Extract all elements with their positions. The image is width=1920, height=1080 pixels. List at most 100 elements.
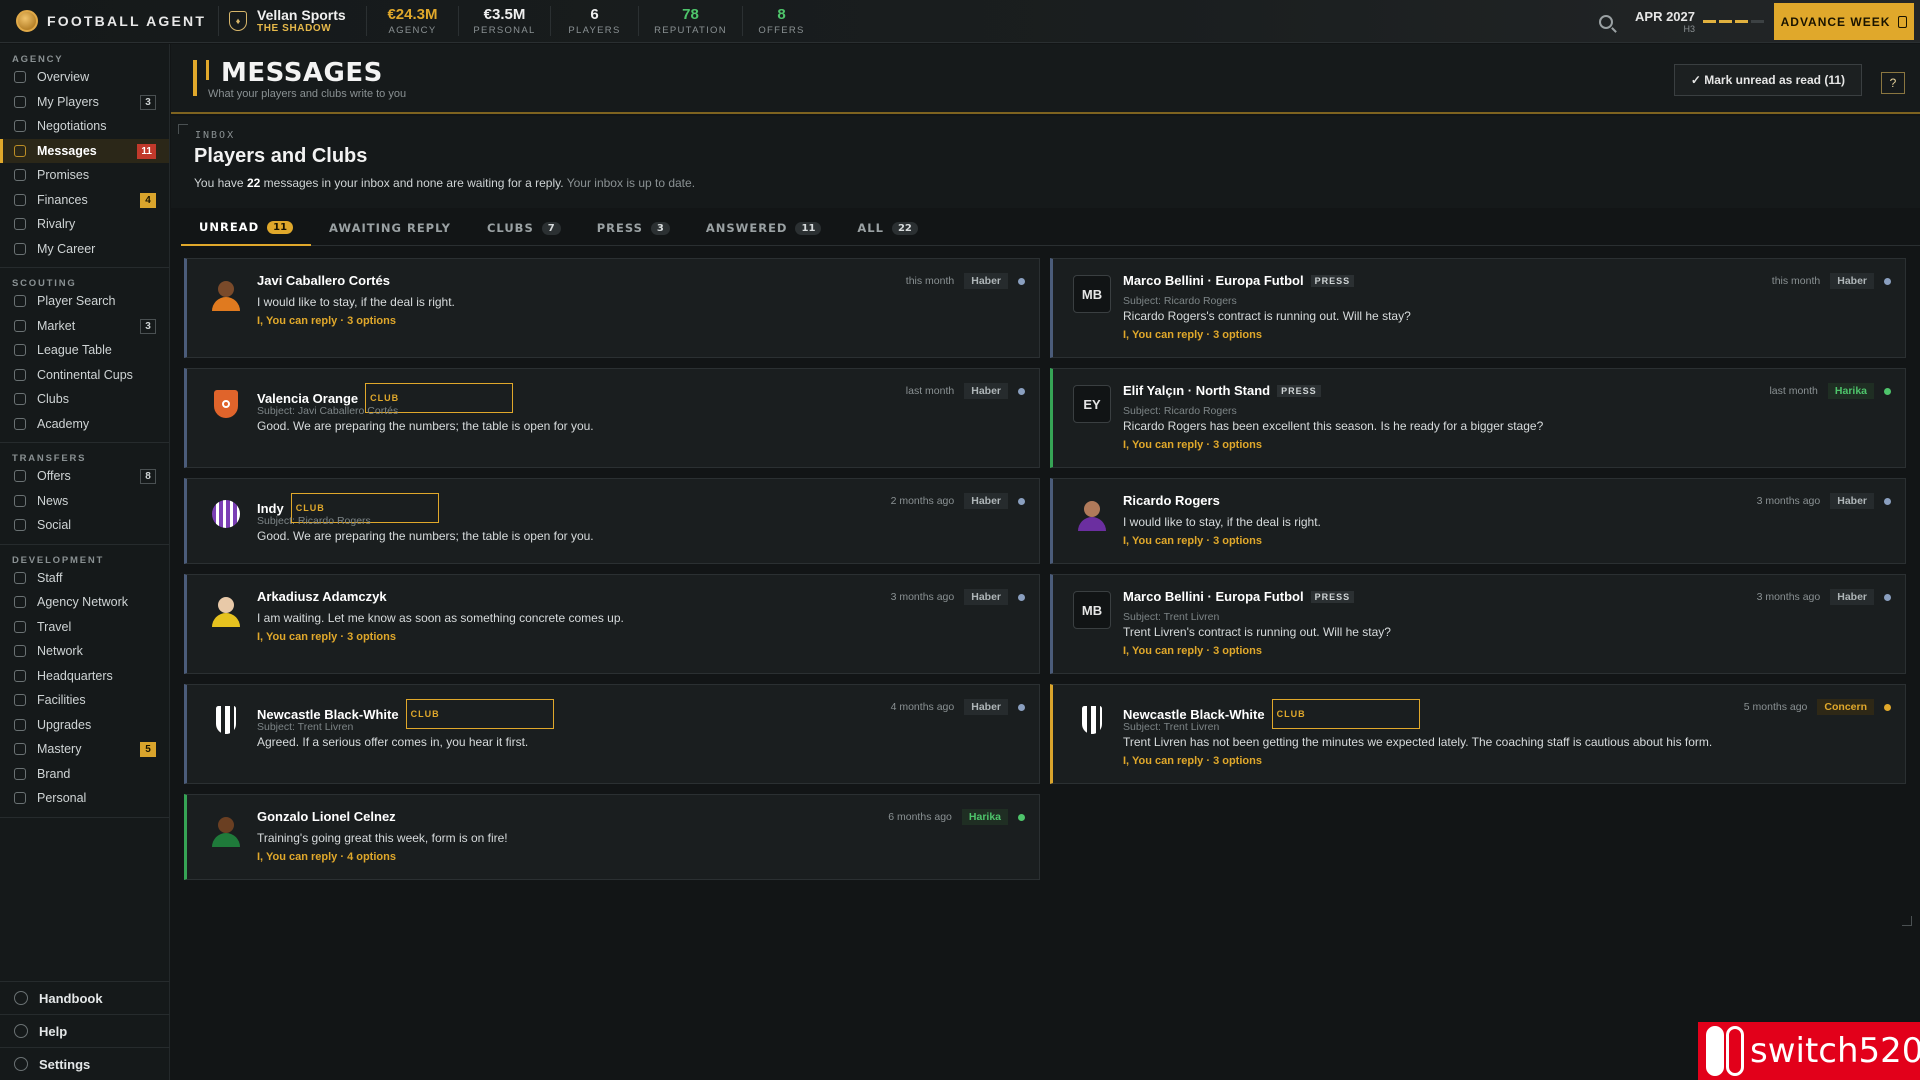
message-card[interactable]: Javi Caballero Cortés I would like to sta… [184, 258, 1040, 358]
mood-badge: Haber [964, 699, 1008, 715]
message-subject: Subject: Trent Livren [257, 721, 354, 733]
message-card[interactable]: Ricardo Rogers I would like to stay, if t… [1050, 478, 1906, 564]
message-meta: 5 months ago Concern [1744, 699, 1891, 715]
headquarters-icon [14, 669, 26, 682]
sidebar-item-network[interactable]: Network [0, 639, 169, 664]
tab-press[interactable]: PRESS 3 [579, 210, 688, 246]
message-body: Ricardo Rogers's contract is running out… [1123, 309, 1411, 323]
sidebar-item-messages[interactable]: Messages 11 [0, 138, 169, 163]
finances-icon [14, 193, 26, 206]
message-time: 2 months ago [890, 495, 955, 507]
tab-answered[interactable]: ANSWERED 11 [688, 210, 840, 246]
sidebar-item-player-search[interactable]: Player Search [0, 289, 169, 314]
player-avatar [1073, 495, 1111, 533]
mood-badge: Harika [961, 809, 1008, 825]
message-card[interactable]: Newcastle Black-White CLUB Subject: Trent … [1050, 684, 1906, 784]
sidebar-item-continental-cups[interactable]: Continental Cups [0, 363, 169, 388]
message-body: I am waiting. Let me know as soon as som… [257, 611, 624, 625]
sidebar-item-overview[interactable]: Overview [0, 65, 169, 90]
tab-unread[interactable]: UNREAD 11 [181, 210, 312, 246]
mood-badge: Haber [1830, 273, 1874, 289]
tab-clubs[interactable]: CLUBS 7 [469, 210, 579, 246]
message-card[interactable]: EY Elif Yalçın · North Stand PRESS Subject:… [1050, 368, 1906, 468]
sidebar-item-my-players[interactable]: My Players 3 [0, 90, 169, 115]
sidebar-item-rivalry[interactable]: Rivalry [0, 212, 169, 237]
search-icon[interactable] [1599, 14, 1614, 29]
switch-logo-icon [1706, 1026, 1744, 1076]
sender-name: Marco Bellini · Europa Futbol [1123, 273, 1304, 288]
sidebar-item-social[interactable]: Social [0, 513, 169, 538]
message-subject: Subject: Javi Caballero Cortés [257, 405, 399, 417]
help-button[interactable]: ? [1881, 72, 1905, 94]
league-table-icon [14, 344, 26, 357]
count-badge: 3 [140, 94, 156, 110]
sidebar-item-facilities[interactable]: Facilities [0, 688, 169, 713]
watermark-text: switch520 [1750, 1031, 1920, 1071]
promises-icon [14, 169, 26, 182]
sidebar-item-label: Rivalry [37, 217, 76, 232]
sidebar-item-help[interactable]: Help [0, 1014, 170, 1047]
sidebar-item-handbook[interactable]: Handbook [0, 981, 170, 1014]
sidebar-item-settings[interactable]: Settings [0, 1047, 170, 1080]
sidebar-item-academy[interactable]: Academy [0, 412, 169, 437]
sidebar-item-offers[interactable]: Offers 8 [0, 464, 169, 489]
sidebar-section-development: DEVELOPMENT Staff Agency Network Travel Netw… [0, 545, 169, 818]
message-card[interactable]: Indy CLUB Subject: Ricardo Rogers Good. We … [184, 478, 1040, 564]
tab-awaiting-reply[interactable]: AWAITING REPLY [311, 210, 469, 246]
reply-options-link[interactable]: I, You can reply · 3 options [1123, 329, 1262, 341]
sidebar-item-my-career[interactable]: My Career [0, 237, 169, 262]
mood-badge: Haber [964, 273, 1008, 289]
filter-tabs: UNREAD 11 AWAITING REPLY CLUBS 7 PRESS 3 ANSWER… [181, 210, 1920, 246]
reply-options-link[interactable]: I, You can reply · 3 options [1123, 535, 1262, 547]
brand-logo[interactable]: FOOTBALL AGENT [0, 10, 218, 32]
sidebar-item-label: Settings [39, 1056, 91, 1072]
reply-options-link[interactable]: I, You can reply · 3 options [1123, 755, 1262, 767]
sidebar-item-label: Staff [37, 570, 63, 585]
sidebar-item-news[interactable]: News [0, 489, 169, 514]
sidebar-item-label: Brand [37, 766, 71, 781]
sidebar-item-market[interactable]: Market 3 [0, 314, 169, 339]
reply-options-link[interactable]: I, You can reply · 3 options [1123, 645, 1262, 657]
sidebar-item-staff[interactable]: Staff [0, 566, 169, 591]
mood-badge: Concern [1817, 699, 1874, 715]
sender-row: Ricardo Rogers [1123, 493, 1220, 508]
current-week: H3 [1683, 24, 1695, 34]
sidebar-item-agency-network[interactable]: Agency Network [0, 590, 169, 615]
stat-offers: 8 OFFERS [742, 6, 820, 36]
network-icon [14, 645, 26, 658]
sidebar-item-league-table[interactable]: League Table [0, 338, 169, 363]
message-card[interactable]: MB Marco Bellini · Europa Futbol PRESS Subj… [1050, 258, 1906, 358]
sidebar-item-mastery[interactable]: Mastery 5 [0, 737, 169, 762]
message-meta: this month Haber [906, 273, 1025, 289]
sidebar-item-personal[interactable]: Personal [0, 786, 169, 811]
message-card[interactable]: Arkadiusz Adamczyk I am waiting. Let me k… [184, 574, 1040, 674]
sidebar-item-clubs[interactable]: Clubs [0, 387, 169, 412]
reply-options-link[interactable]: I, You can reply · 3 options [1123, 439, 1262, 451]
tab-all[interactable]: ALL 22 [839, 210, 935, 246]
sidebar-item-finances[interactable]: Finances 4 [0, 188, 169, 213]
sidebar-item-label: Travel [37, 619, 72, 634]
message-card[interactable]: Gonzalo Lionel Celnez Training's going gr… [184, 794, 1040, 880]
message-card[interactable]: Newcastle Black-White CLUB Subject: Trent … [184, 684, 1040, 784]
message-card[interactable]: MB Marco Bellini · Europa Futbol PRESS Subj… [1050, 574, 1906, 674]
mark-unread-read-button[interactable]: ✓ Mark unread as read (11) [1673, 64, 1862, 96]
message-time: 3 months ago [1756, 495, 1821, 507]
club-crest [207, 701, 245, 739]
message-body: Trent Livren has not been getting the mi… [1123, 735, 1713, 749]
sidebar-item-travel[interactable]: Travel [0, 615, 169, 640]
sidebar-item-brand[interactable]: Brand [0, 762, 169, 787]
reply-options-link[interactable]: I, You can reply · 4 options [257, 851, 396, 863]
reply-options-link[interactable]: I, You can reply · 3 options [257, 315, 396, 327]
message-card[interactable]: Valencia Orange CLUB Subject: Javi Caballe… [184, 368, 1040, 468]
reply-options-link[interactable]: I, You can reply · 3 options [257, 631, 396, 643]
sidebar-item-upgrades[interactable]: Upgrades [0, 713, 169, 738]
inbox-description: You have 22 messages in your inbox and n… [194, 176, 696, 190]
sidebar-item-negotiations[interactable]: Negotiations [0, 114, 169, 139]
advance-week-button[interactable]: ADVANCE WEEK [1774, 3, 1914, 40]
market-icon [14, 319, 26, 332]
sidebar-item-promises[interactable]: Promises [0, 163, 169, 188]
sidebar-item-headquarters[interactable]: Headquarters [0, 664, 169, 689]
sender-name: Indy [257, 500, 284, 516]
title-accent [193, 60, 197, 96]
club-info[interactable]: ♦ Vellan Sports THE SHADOW [218, 6, 366, 36]
